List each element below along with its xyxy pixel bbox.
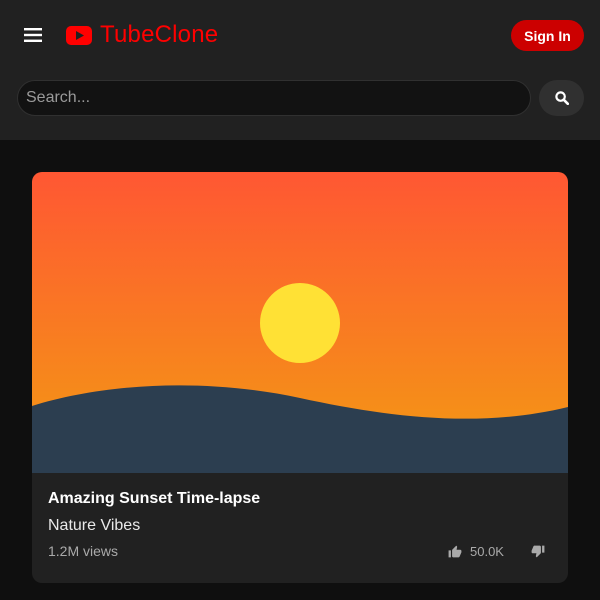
- search-icon: [554, 91, 569, 105]
- top-header: TubeClone Sign In: [0, 0, 600, 140]
- search-button[interactable]: [539, 80, 584, 116]
- menu-button[interactable]: [18, 20, 48, 50]
- channel-name[interactable]: Nature Vibes: [48, 517, 140, 535]
- video-thumbnail[interactable]: [32, 172, 568, 473]
- video-card[interactable]: Amazing Sunset Time-lapse Nature Vibes 1…: [32, 172, 568, 583]
- dislike-button[interactable]: [527, 540, 549, 562]
- like-button[interactable]: 50.0K: [448, 540, 504, 562]
- hamburger-icon: [24, 28, 42, 42]
- brand-name: TubeClone: [100, 21, 219, 48]
- thumbs-up-icon: [448, 545, 462, 557]
- search-input[interactable]: [17, 80, 531, 116]
- like-count: 50.0K: [470, 543, 504, 559]
- thumbs-down-icon: [531, 545, 545, 557]
- thumbnail-sun: [260, 283, 340, 363]
- play-logo-icon: [66, 25, 92, 45]
- view-count: 1.2M views: [48, 543, 119, 559]
- brand-logo[interactable]: TubeClone: [66, 20, 218, 50]
- video-title[interactable]: Amazing Sunset Time-lapse: [48, 490, 260, 508]
- sign-in-button[interactable]: Sign In: [511, 20, 584, 51]
